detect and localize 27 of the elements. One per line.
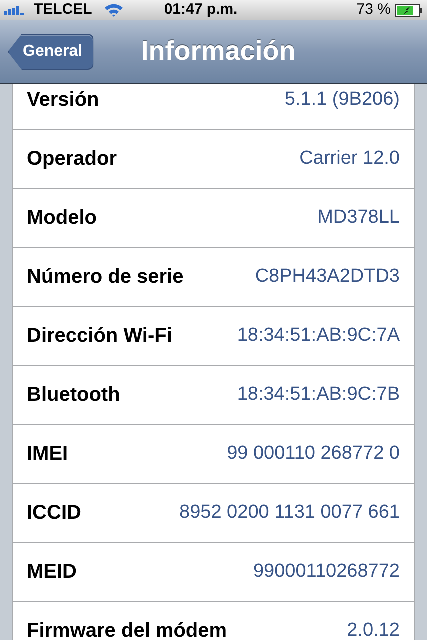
clock: 01:47 p.m. [164,0,238,20]
row-label: IMEI [27,442,68,467]
row-value: 99 000110 268772 0 [227,442,400,466]
row-label: Versión [27,88,100,113]
row-label: Operador [27,147,118,172]
row-label: Modelo [27,206,97,231]
row-value: 8952 0200 1131 0077 661 [180,500,400,525]
carrier-name: TELCEL [34,0,92,20]
row-value: C8PH43A2DTD3 [255,264,400,289]
row-value: 18:34:51:AB:9C:7A [237,324,400,348]
row-value: 2.0.12 [347,618,400,640]
row-label: Bluetooth [27,383,120,408]
battery-charging-icon [395,4,423,16]
row-label: Número de serie [27,265,184,290]
row-label: Firmware del módem [27,619,228,640]
screen-title: Información [141,35,296,68]
row-label: ICCID [27,501,82,526]
battery-percent: 73 % [356,0,391,20]
row-value: 18:34:51:AB:9C:7B [237,382,400,407]
back-button[interactable]: General [8,34,94,70]
row-value: MD378LL [318,206,400,230]
row-label: Dirección Wi-Fi [27,324,172,349]
row-value: Carrier 12.0 [300,146,400,171]
row-label: MEID [27,560,77,585]
row-value: 5.1.1 (9B206) [284,88,400,112]
wifi-icon [104,3,124,17]
row-value: 99000110268772 [253,560,400,584]
